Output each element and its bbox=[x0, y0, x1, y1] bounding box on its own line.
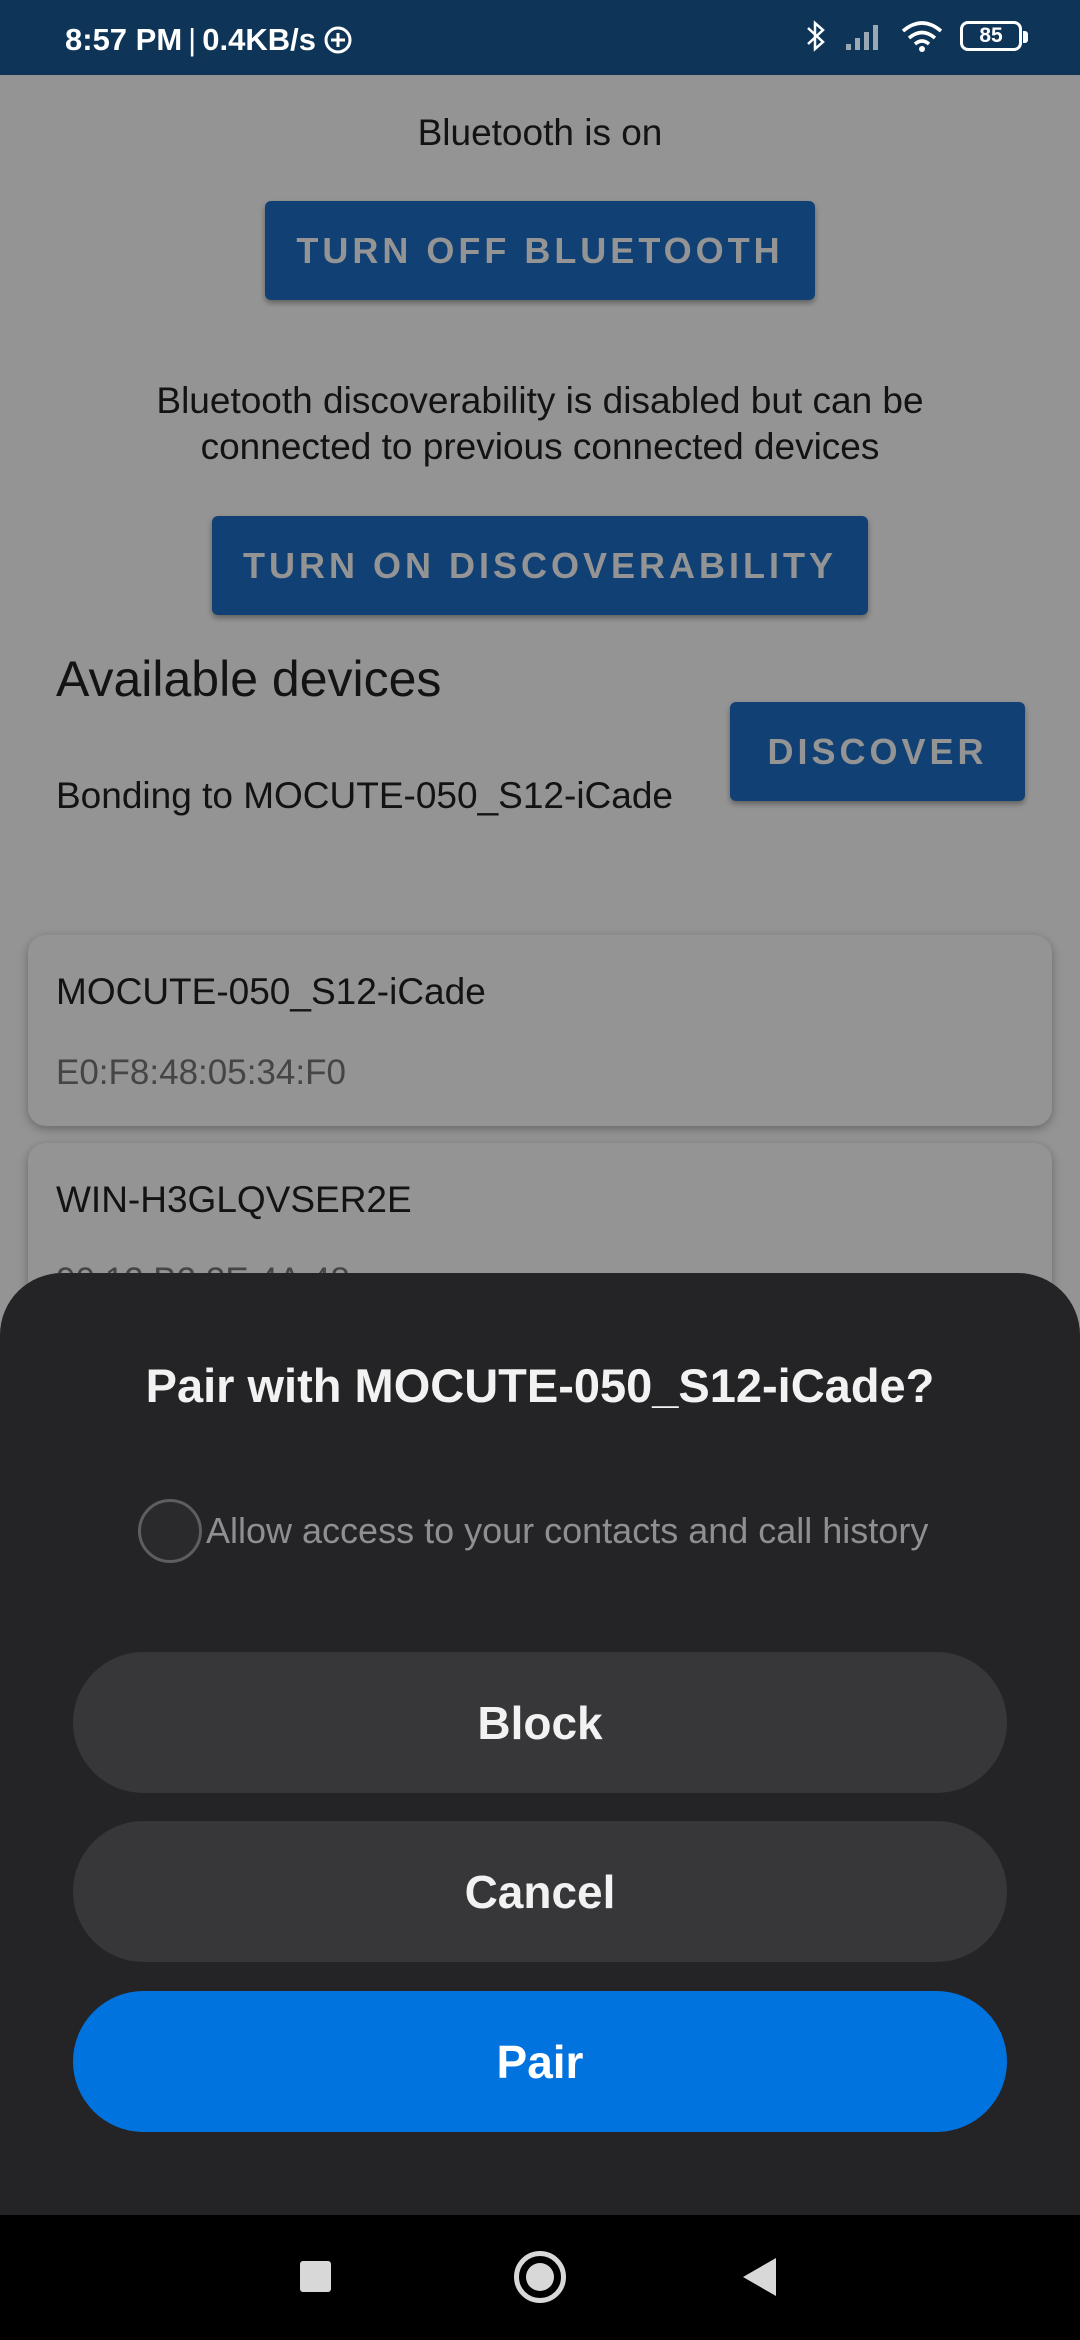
wifi-icon bbox=[901, 21, 943, 52]
contacts-access-option[interactable]: Allow access to your contacts and call h… bbox=[138, 1499, 928, 1563]
status-left: 8:57 PM | 0.4KB/s bbox=[65, 22, 354, 58]
signal-icon bbox=[846, 25, 878, 50]
back-icon[interactable] bbox=[743, 2258, 776, 2296]
block-button[interactable]: Block bbox=[73, 1652, 1007, 1793]
pair-dialog: Pair with MOCUTE-050_S12-iCade? Allow ac… bbox=[0, 1273, 1080, 2215]
status-separator: | bbox=[188, 22, 197, 57]
recents-icon[interactable] bbox=[300, 2261, 331, 2292]
cancel-button[interactable]: Cancel bbox=[73, 1821, 1007, 1962]
status-bar: 8:57 PM | 0.4KB/s 85 bbox=[0, 0, 1080, 75]
home-icon[interactable] bbox=[514, 2251, 566, 2303]
status-time: 8:57 PM bbox=[65, 22, 183, 57]
dialog-title: Pair with MOCUTE-050_S12-iCade? bbox=[145, 1359, 935, 1412]
battery-icon: 85 bbox=[960, 21, 1028, 51]
bluetooth-icon bbox=[807, 20, 825, 52]
network-speed: 0.4KB/s bbox=[202, 22, 316, 57]
status-icons: 85 bbox=[804, 18, 1028, 54]
contacts-access-checkbox[interactable] bbox=[138, 1499, 202, 1563]
navigation-bar bbox=[0, 2215, 1080, 2340]
battery-level: 85 bbox=[979, 24, 1003, 47]
pair-button[interactable]: Pair bbox=[73, 1991, 1007, 2132]
data-saver-icon bbox=[324, 26, 352, 54]
contacts-access-label: Allow access to your contacts and call h… bbox=[206, 1510, 929, 1551]
